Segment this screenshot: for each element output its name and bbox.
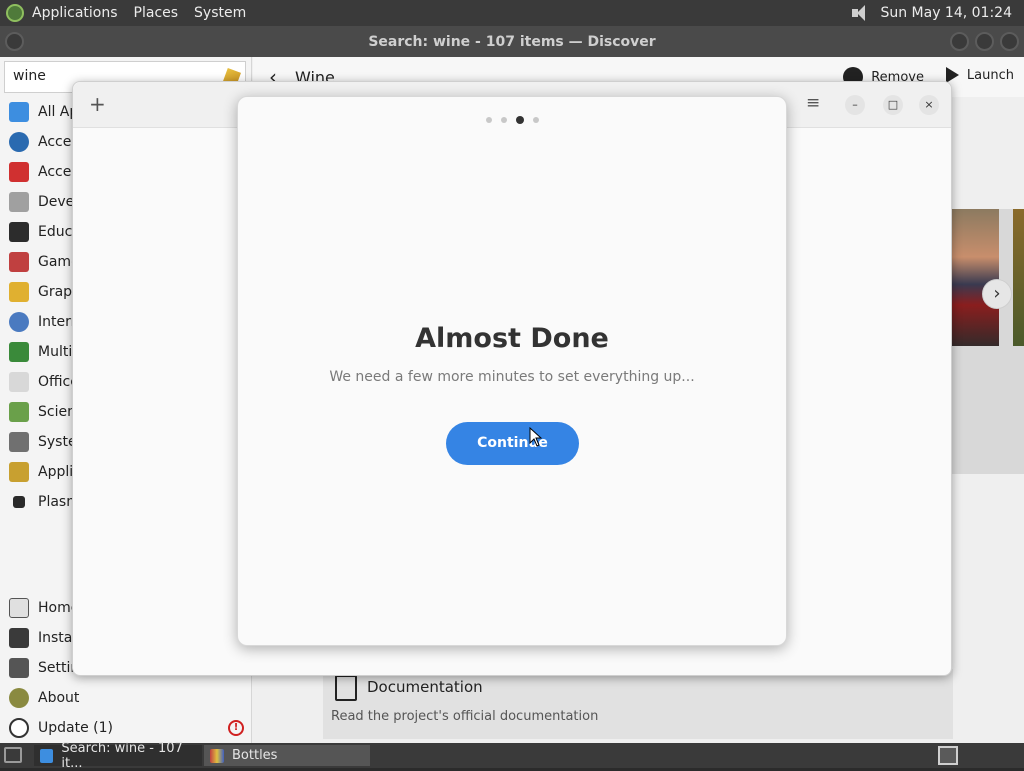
menu-applications[interactable]: Applications: [24, 5, 126, 21]
documentation-title: Documentation: [367, 678, 483, 696]
science-icon: [9, 402, 29, 422]
dialog-title: Almost Done: [415, 323, 609, 354]
task-label: Search: wine - 107 it...: [61, 740, 183, 771]
clock[interactable]: Sun May 14, 01:24: [880, 5, 1012, 21]
task-discover[interactable]: Search: wine - 107 it...: [34, 741, 202, 771]
documentation-link[interactable]: Documentation Read the project's officia…: [323, 669, 953, 739]
menu-system[interactable]: System: [186, 5, 254, 21]
screenshot-thumbnail[interactable]: [952, 209, 999, 346]
multimedia-icon: [9, 342, 29, 362]
discover-titlebar: Search: wine - 107 items — Discover: [0, 26, 1024, 57]
documentation-description: Read the project's official documentatio…: [331, 709, 599, 724]
top-panel: Applications Places System Sun May 14, 0…: [0, 0, 1024, 26]
nav-label: Update (1): [38, 720, 113, 736]
continue-button[interactable]: Continue: [446, 422, 579, 465]
development-icon: [9, 192, 29, 212]
accessories-icon: [9, 162, 29, 182]
volume-icon[interactable]: [852, 5, 870, 21]
screenshot-thumbnail[interactable]: [1013, 209, 1024, 346]
close-button[interactable]: ×: [919, 95, 939, 115]
workspace-switcher-icon[interactable]: [938, 746, 958, 765]
show-desktop-icon[interactable]: [4, 747, 22, 763]
about-icon: [9, 688, 29, 708]
task-bottles[interactable]: Bottles: [204, 745, 370, 766]
menu-places[interactable]: Places: [126, 5, 187, 21]
maximize-icon[interactable]: [975, 32, 994, 51]
add-bottle-button[interactable]: +: [89, 92, 106, 116]
task-label: Bottles: [232, 748, 278, 763]
minimize-button[interactable]: –: [845, 95, 865, 115]
nav-label: About: [38, 690, 80, 706]
page-dot[interactable]: [500, 117, 507, 123]
category-label: Multi: [38, 344, 73, 360]
play-icon: [945, 67, 959, 83]
bottles-icon: [210, 748, 224, 763]
main-menu-button[interactable]: ≡: [806, 93, 820, 113]
plasma-icon: [13, 496, 25, 508]
all-apps-icon: [9, 102, 29, 122]
minimize-icon[interactable]: [950, 32, 969, 51]
home-icon: [9, 598, 29, 618]
panel-tray: Sun May 14, 01:24: [852, 0, 1012, 26]
page-dot[interactable]: [532, 117, 539, 123]
nav-about[interactable]: About: [0, 683, 252, 713]
close-icon[interactable]: [1000, 32, 1019, 51]
discover-icon: [40, 748, 54, 763]
games-icon: [9, 252, 29, 272]
update-icon: [9, 718, 29, 738]
page-dot[interactable]: [485, 117, 492, 123]
maximize-button[interactable]: □: [883, 95, 903, 115]
next-screenshot-button[interactable]: ›: [982, 279, 1012, 309]
documentation-icon: [335, 675, 357, 701]
applications-logo-icon[interactable]: [6, 4, 24, 22]
mouse-cursor-icon: [529, 427, 542, 447]
education-icon: [9, 222, 29, 242]
accessibility-icon: [9, 132, 29, 152]
settings-icon: [9, 658, 29, 678]
office-icon: [9, 372, 29, 392]
nav-update[interactable]: Update (1) !: [0, 713, 252, 743]
installed-icon: [9, 628, 29, 648]
internet-icon: [9, 312, 29, 332]
window-menu-icon[interactable]: [5, 32, 24, 51]
dialog-subtitle: We need a few more minutes to set everyt…: [329, 369, 695, 385]
update-alert-icon: !: [228, 720, 244, 736]
addons-icon: [9, 462, 29, 482]
page-dot-active[interactable]: [515, 116, 524, 124]
onboarding-dialog: Almost Done We need a few more minutes t…: [237, 96, 787, 646]
nav-label: Instal: [38, 630, 77, 646]
discover-window-title: Search: wine - 107 items — Discover: [368, 33, 656, 50]
taskbar: Search: wine - 107 it... Bottles: [0, 741, 1024, 771]
page-indicator: [238, 116, 786, 124]
launch-label: Launch: [966, 67, 1014, 83]
launch-button[interactable]: Launch: [945, 67, 1014, 83]
graphics-icon: [9, 282, 29, 302]
category-label: Scien: [38, 404, 76, 420]
search-value: wine: [13, 68, 46, 84]
system-icon: [9, 432, 29, 452]
